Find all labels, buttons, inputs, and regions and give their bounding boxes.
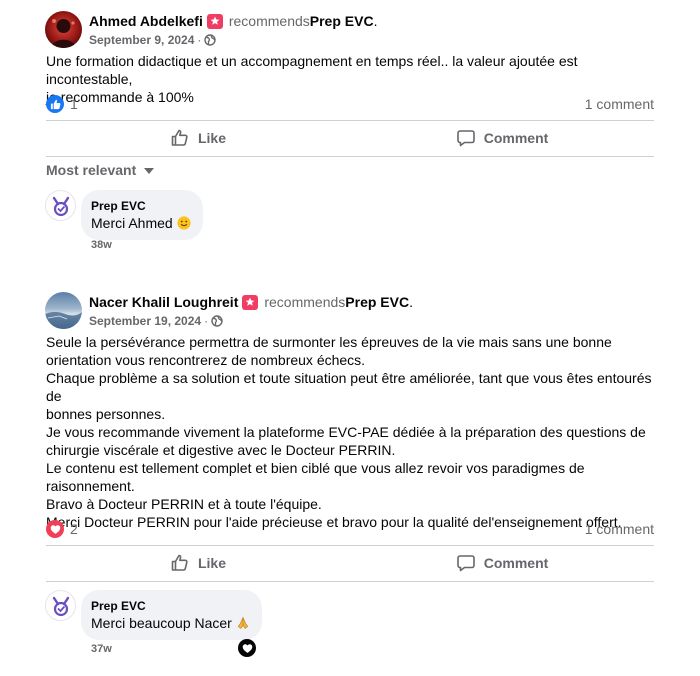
- post-text-line: bonnes personnes.: [46, 406, 166, 422]
- post-date[interactable]: September 19, 2024: [89, 313, 201, 329]
- post-text: Seule la persévérance permettra de surmo…: [46, 333, 661, 531]
- comment-timestamp[interactable]: 38w: [91, 239, 112, 251]
- reaction-summary[interactable]: 1: [46, 95, 78, 113]
- period: .: [373, 13, 378, 29]
- post-text-line: Je vous recommande vivement la plateform…: [46, 424, 646, 440]
- post-date[interactable]: September 9, 2024: [89, 32, 194, 48]
- page-avatar[interactable]: [45, 190, 76, 221]
- action-bar: Like Comment: [46, 120, 654, 156]
- meta-separator: ·: [204, 314, 209, 328]
- recommends-label: recommends: [264, 294, 346, 310]
- comment-icon: [456, 130, 475, 147]
- smiling-face-emoji-icon: [177, 216, 191, 230]
- period: .: [409, 294, 413, 310]
- action-bar: Like Comment: [46, 545, 654, 581]
- post-text-line: Une formation didactique et un accompagn…: [46, 53, 578, 87]
- like-reaction-icon: [46, 95, 64, 113]
- page-name-link[interactable]: Prep EVC: [345, 293, 409, 311]
- comment-author[interactable]: Prep EVC: [91, 598, 250, 614]
- comment: Prep EVC Merci beaucoup Nacer: [45, 590, 262, 640]
- post-text-line: Bravo à Docteur PERRIN et à toute l'équi…: [46, 496, 322, 512]
- post-author-name[interactable]: Nacer Khalil Loughreit: [89, 293, 238, 311]
- comment-button[interactable]: Comment: [350, 545, 654, 581]
- globe-icon: [204, 34, 217, 46]
- reaction-count: 1: [70, 96, 78, 112]
- comment-text: Merci Ahmed: [91, 215, 173, 231]
- comment-text: Merci beaucoup Nacer: [91, 615, 232, 631]
- divider: [46, 581, 654, 582]
- thumbs-up-icon: [171, 129, 188, 146]
- comment-count-link[interactable]: 1 comment: [585, 521, 654, 537]
- page-avatar[interactable]: [45, 590, 76, 621]
- heart-reaction-icon[interactable]: [238, 639, 256, 657]
- comment-bubble: Prep EVC Merci Ahmed: [81, 190, 203, 240]
- comment: Prep EVC Merci Ahmed: [45, 190, 203, 240]
- reaction-summary[interactable]: 2: [46, 520, 78, 538]
- post-text-line: chirurgie viscérale et digestive avec le…: [46, 442, 396, 458]
- comment-author[interactable]: Prep EVC: [91, 198, 191, 214]
- post-text-line: Le contenu est tellement complet et bien…: [46, 460, 585, 476]
- post-header: Nacer Khalil Loughreit recommends Prep E…: [45, 292, 413, 329]
- like-button[interactable]: Like: [46, 545, 350, 581]
- comment-bubble: Prep EVC Merci beaucoup Nacer: [81, 590, 262, 640]
- comment-label: Comment: [483, 555, 549, 571]
- comment-button[interactable]: Comment: [350, 120, 654, 156]
- avatar[interactable]: [45, 292, 82, 329]
- caret-down-icon: [144, 168, 155, 174]
- comment-timestamp[interactable]: 37w: [91, 643, 112, 655]
- like-label: Like: [197, 555, 226, 571]
- avatar[interactable]: [45, 11, 82, 48]
- comment-icon: [456, 555, 475, 572]
- reactions-row: 2 1 comment: [46, 519, 654, 539]
- comment-sort-dropdown[interactable]: Most relevant: [46, 162, 155, 178]
- love-reaction-icon: [46, 520, 64, 538]
- divider: [46, 156, 654, 157]
- post-text-line: Seule la persévérance permettra de surmo…: [46, 334, 612, 350]
- reactions-row: 1 1 comment: [46, 94, 654, 114]
- comment-label: Comment: [483, 130, 549, 146]
- sort-label: Most relevant: [46, 162, 137, 178]
- post-text-line: orientation vous rencontrerez de nombreu…: [46, 352, 366, 368]
- recommend-icon: [206, 13, 223, 29]
- page-name-link[interactable]: Prep EVC: [310, 12, 374, 30]
- globe-icon: [211, 315, 223, 327]
- post-author-name[interactable]: Ahmed Abdelkefi: [89, 12, 203, 30]
- post-header: Ahmed Abdelkefi recommends Prep EVC . Se…: [45, 11, 377, 48]
- recommend-icon: [242, 294, 259, 310]
- like-label: Like: [197, 130, 226, 146]
- like-button[interactable]: Like: [46, 120, 350, 156]
- comment-count-link[interactable]: 1 comment: [585, 96, 654, 112]
- post-text-line: raisonnement.: [46, 478, 135, 494]
- reaction-count: 2: [70, 521, 78, 537]
- meta-separator: ·: [197, 33, 202, 47]
- post-text-line: Chaque problème a sa solution et toute s…: [46, 370, 652, 404]
- thumbs-up-icon: [171, 554, 188, 571]
- folded-hands-emoji-icon: [236, 616, 250, 630]
- recommends-label: recommends: [228, 13, 310, 29]
